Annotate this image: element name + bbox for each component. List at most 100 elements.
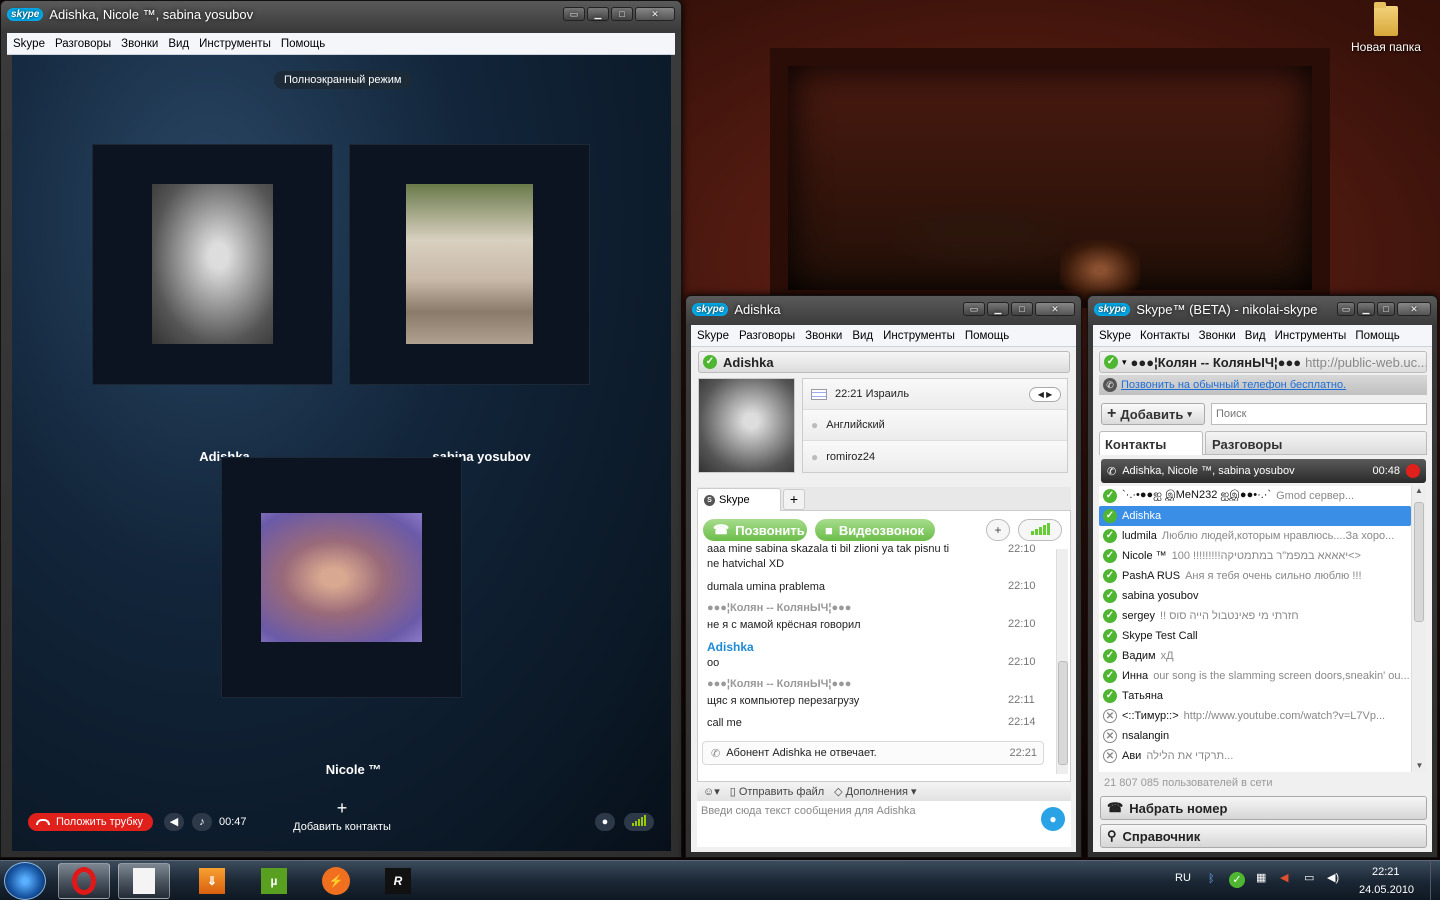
call-quality-icon[interactable] bbox=[1018, 519, 1062, 541]
minimize-icon[interactable]: ▁ bbox=[587, 7, 609, 21]
contact-row[interactable]: ✕ Ави תרקדי את הלילה... bbox=[1099, 746, 1411, 766]
volume-icon[interactable]: ◀) bbox=[1327, 871, 1339, 884]
compact-view-icon[interactable]: ▭ bbox=[563, 7, 585, 21]
skype-tray-icon[interactable]: ✓ bbox=[1229, 872, 1245, 888]
menu-calls[interactable]: Звонки bbox=[1199, 330, 1236, 342]
menu-help[interactable]: Помощь bbox=[281, 38, 325, 50]
close-icon[interactable]: ✕ bbox=[1035, 302, 1075, 316]
start-button-icon[interactable] bbox=[4, 862, 46, 900]
emoticon-icon[interactable]: ☺▾ bbox=[703, 785, 720, 798]
menu-conversations[interactable]: Разговоры bbox=[55, 38, 111, 50]
menu-contacts[interactable]: Контакты bbox=[1140, 330, 1190, 342]
contact-row[interactable]: ✓ sabina yosubov bbox=[1099, 586, 1411, 606]
add-contacts-button[interactable]: + Добавить контакты bbox=[282, 795, 402, 833]
send-file-button[interactable]: ▯ Отправить файл bbox=[730, 785, 824, 799]
microphone-icon[interactable]: ♪ bbox=[192, 813, 212, 831]
menu-tools[interactable]: Инструменты bbox=[1275, 330, 1347, 342]
close-icon[interactable]: ✕ bbox=[635, 7, 675, 21]
menu-help[interactable]: Помощь bbox=[965, 330, 1009, 342]
taskbar-flash[interactable]: ⚡ bbox=[310, 863, 362, 899]
taskbar-opera[interactable] bbox=[58, 863, 110, 899]
add-participant-icon[interactable]: + bbox=[986, 519, 1010, 541]
message-input[interactable]: Введи сюда текст сообщения для Adishka ● bbox=[697, 801, 1071, 847]
menu-skype[interactable]: Skype bbox=[697, 330, 729, 342]
contact-row[interactable]: ✓ Nicole ™ 100 !!!!!!!!!יאאאא במפמ"ר במתמט… bbox=[1099, 546, 1411, 566]
contact-row[interactable]: ✓ Вадим хД bbox=[1099, 646, 1411, 666]
contact-row[interactable]: ✓ Инна our song is the slamming screen doo… bbox=[1099, 666, 1411, 686]
menu-view[interactable]: Вид bbox=[1245, 330, 1266, 342]
minimize-icon[interactable]: ▁ bbox=[1357, 302, 1375, 316]
language-indicator[interactable]: RU bbox=[1175, 872, 1191, 884]
contact-row[interactable]: ✓ Skype Test Call bbox=[1099, 626, 1411, 646]
contact-list-scrollbar[interactable]: ▲ ▼ bbox=[1411, 486, 1426, 772]
show-desktop-button[interactable] bbox=[1430, 861, 1440, 900]
chat-contact-header[interactable]: ✓ Adishka bbox=[698, 351, 1070, 373]
tab-conversations[interactable]: Разговоры bbox=[1205, 431, 1427, 455]
hangup-button[interactable]: Положить трубку bbox=[28, 813, 154, 831]
video-call-button[interactable]: ■ Видеозвонок bbox=[815, 519, 935, 541]
dial-number-button[interactable]: ☎ Набрать номер bbox=[1100, 796, 1427, 820]
menu-conversations[interactable]: Разговоры bbox=[739, 330, 795, 342]
monitor-icon[interactable]: ▭ bbox=[1304, 871, 1314, 884]
hangup-icon[interactable] bbox=[1406, 464, 1420, 478]
call-button[interactable]: ☎ Позвонить bbox=[703, 519, 807, 541]
chat-scrollbar[interactable] bbox=[1056, 549, 1068, 774]
minimize-icon[interactable]: ▁ bbox=[987, 302, 1009, 316]
chat-window-titlebar[interactable]: skype Adishka ▭ ▁ □ ✕ bbox=[686, 296, 1081, 322]
contact-row[interactable]: ✓ Татьяна bbox=[1099, 686, 1411, 706]
maximize-icon[interactable]: □ bbox=[1377, 302, 1395, 316]
send-message-icon[interactable]: ● bbox=[1041, 807, 1065, 831]
main-window-titlebar[interactable]: skype Skype™ (BETA) - nikolai-skype ▭ ▁ … bbox=[1088, 296, 1437, 322]
maximize-icon[interactable]: □ bbox=[611, 7, 633, 21]
call-quality-icon[interactable] bbox=[624, 813, 654, 831]
clock-date[interactable]: 24.05.2010 bbox=[1359, 884, 1414, 896]
bluetooth-icon[interactable]: ᛒ bbox=[1208, 873, 1215, 885]
add-button[interactable]: + Добавить ▾ bbox=[1101, 403, 1205, 425]
contact-row[interactable]: ✕ nsalangin bbox=[1099, 726, 1411, 746]
fullscreen-button[interactable]: Полноэкранный режим bbox=[274, 71, 412, 89]
scrollbar-thumb[interactable] bbox=[1414, 502, 1424, 622]
menu-skype[interactable]: Skype bbox=[13, 38, 45, 50]
extras-button[interactable]: ◇ Дополнения ▾ bbox=[834, 785, 916, 799]
new-tab-button[interactable]: + bbox=[783, 489, 805, 510]
call-window-titlebar[interactable]: skype Adishka, Nicole ™, sabina yosubov … bbox=[1, 1, 681, 27]
menu-tools[interactable]: Инструменты bbox=[883, 330, 955, 342]
speaker-icon[interactable]: ◀ bbox=[164, 813, 184, 831]
taskbar-rockstar[interactable]: R bbox=[372, 863, 424, 899]
menu-calls[interactable]: Звонки bbox=[805, 330, 842, 342]
taskbar-utorrent[interactable]: µ bbox=[248, 863, 300, 899]
my-mood[interactable]: http://public-web.uc... bbox=[1305, 355, 1426, 370]
taskbar-document[interactable] bbox=[118, 863, 170, 899]
free-call-link[interactable]: Позвонить на обычный телефон бесплатно. bbox=[1121, 379, 1346, 391]
tab-contacts[interactable]: Контакты bbox=[1099, 431, 1203, 455]
menu-view[interactable]: Вид bbox=[852, 330, 873, 342]
my-profile-bar[interactable]: ✓ ▾ ●●●¦Колян -- КолянЫЧ¦●●● http://publ… bbox=[1099, 351, 1427, 373]
menu-view[interactable]: Вид bbox=[168, 38, 189, 50]
chat-scrollbar-thumb[interactable] bbox=[1058, 661, 1068, 765]
search-input[interactable] bbox=[1211, 403, 1427, 425]
contact-row[interactable]: ✓ ludmila Люблю людей,которым нравлюсь....… bbox=[1099, 526, 1411, 546]
clock-time[interactable]: 22:21 bbox=[1372, 866, 1400, 878]
contact-row[interactable]: ✕ <::Тимур::> http://www.youtube.com/watch… bbox=[1099, 706, 1411, 726]
directory-button[interactable]: ⚲ Справочник bbox=[1100, 824, 1427, 848]
contact-row[interactable]: ✓ sergey !! חזרתי מי פאינטבול הייה סוס bbox=[1099, 606, 1411, 626]
compact-view-icon[interactable]: ▭ bbox=[963, 302, 985, 316]
maximize-icon[interactable]: □ bbox=[1011, 302, 1033, 316]
contact-row[interactable]: ✓ Adishka bbox=[1099, 506, 1411, 526]
scroll-up-icon[interactable]: ▲ bbox=[1412, 486, 1426, 500]
tab-skype[interactable]: S Skype bbox=[697, 488, 781, 511]
desktop-folder[interactable]: Новая папка bbox=[1350, 2, 1422, 54]
active-call-bar[interactable]: ✆ Adishka, Nicole ™, sabina yosubov 00:4… bbox=[1101, 459, 1426, 483]
scroll-down-icon[interactable]: ▼ bbox=[1412, 761, 1427, 770]
close-icon[interactable]: ✕ bbox=[1397, 302, 1431, 316]
contact-row[interactable]: ✓ PashA RUS Аня я тебя очень сильно люблю … bbox=[1099, 566, 1411, 586]
network-icon[interactable]: ▦ bbox=[1256, 871, 1266, 884]
info-nav-arrows[interactable]: ◀ ▶ bbox=[1029, 386, 1061, 402]
action-center-icon[interactable]: ◀ bbox=[1280, 871, 1288, 884]
menu-skype[interactable]: Skype bbox=[1099, 330, 1131, 342]
taskbar-download-master[interactable]: ⇓ bbox=[186, 863, 238, 899]
chat-icon[interactable]: ● bbox=[595, 813, 615, 831]
online-status-icon[interactable]: ✓ bbox=[1104, 355, 1118, 369]
menu-help[interactable]: Помощь bbox=[1355, 330, 1399, 342]
compact-view-icon[interactable]: ▭ bbox=[1337, 302, 1355, 316]
